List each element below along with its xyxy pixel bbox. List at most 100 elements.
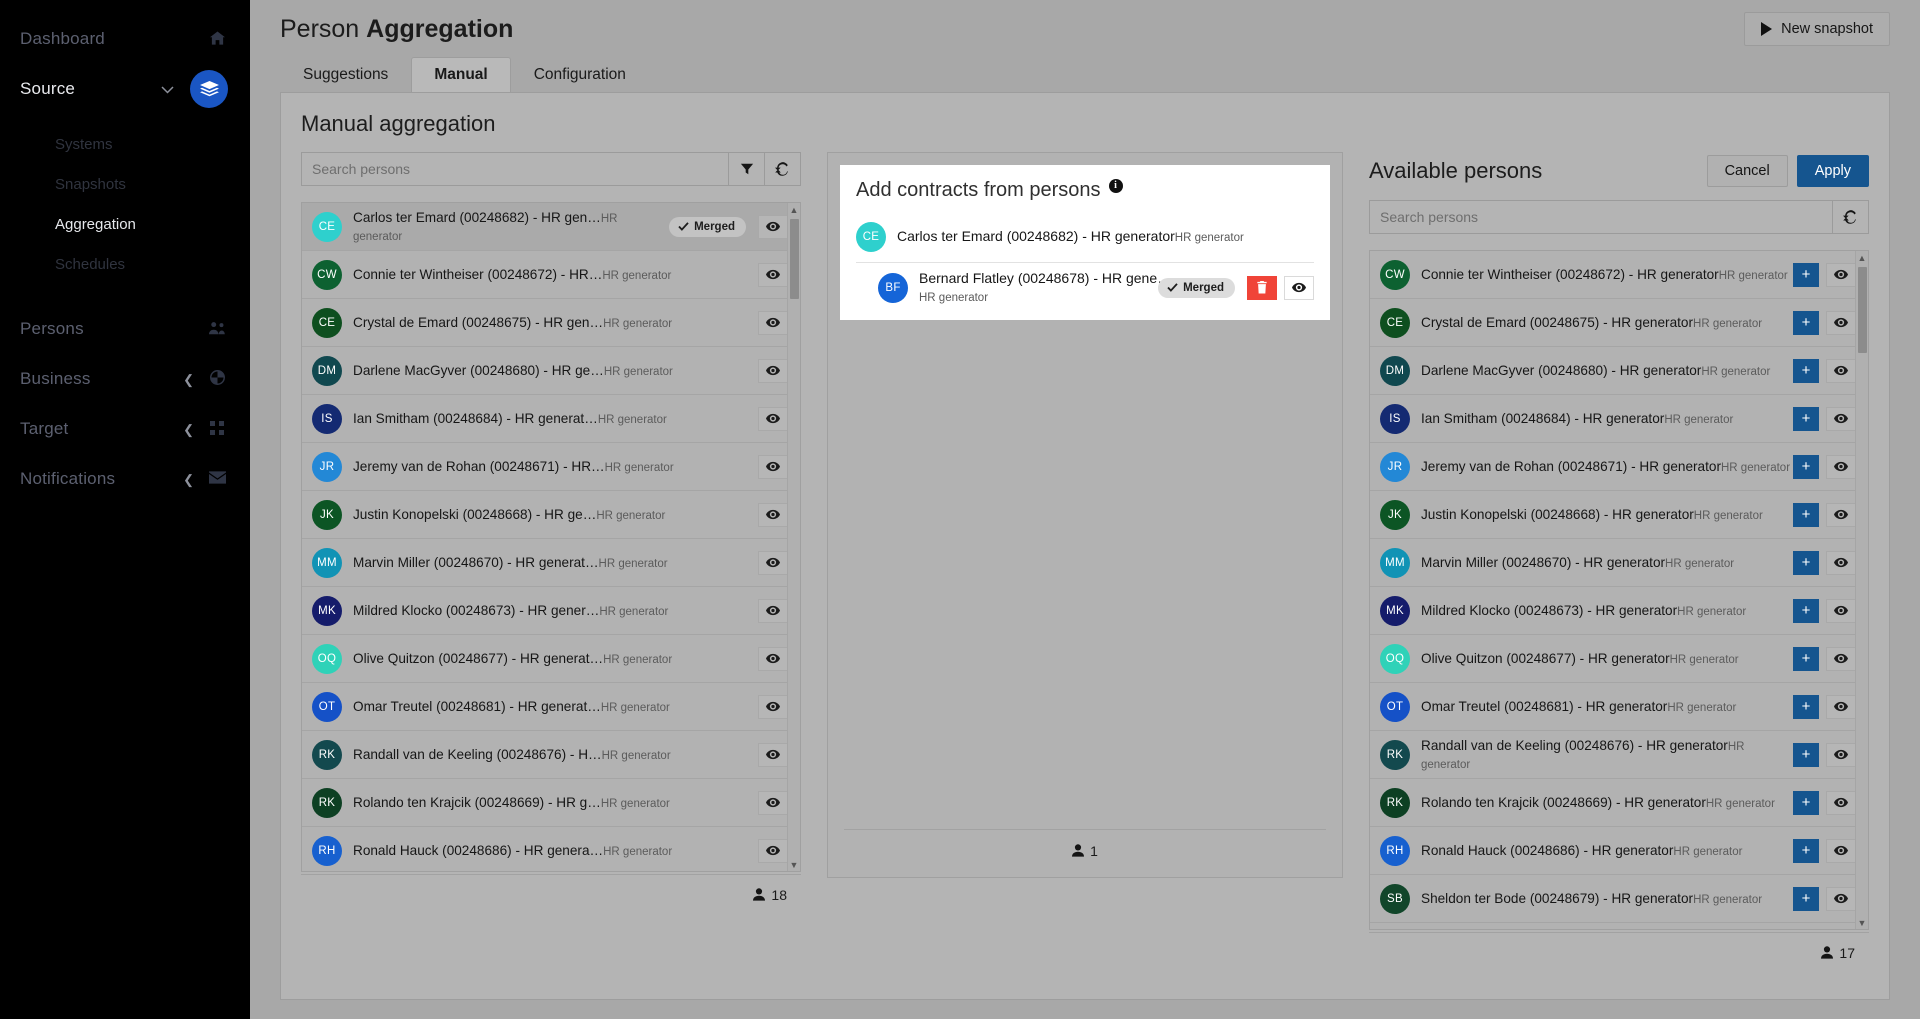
sidebar-item-target[interactable]: Target ❮ (0, 404, 250, 454)
view-button[interactable] (758, 502, 788, 527)
sidebar-item-dashboard[interactable]: Dashboard (0, 14, 250, 64)
person-row[interactable]: OT Omar Treutel (00248681) - HR generat…H… (302, 683, 800, 731)
chevron-left-icon[interactable]: ❮ (183, 423, 194, 436)
cancel-button[interactable]: Cancel (1706, 155, 1788, 187)
available-person-row[interactable]: RH Ronald Hauck (00248686) - HR generator… (1370, 827, 1868, 875)
delete-button[interactable] (1247, 275, 1277, 300)
right-scroll-thumb[interactable] (1858, 267, 1867, 353)
info-icon[interactable]: i (1108, 178, 1123, 193)
available-person-row[interactable]: CE Crystal de Emard (00248675) - HR gener… (1370, 299, 1868, 347)
add-person-button[interactable]: + (1793, 358, 1819, 383)
persons-list[interactable]: CE Carlos ter Emard (00248682) - HR gen…H… (302, 203, 800, 871)
sidebar-item-persons[interactable]: Persons (0, 304, 250, 354)
person-row[interactable]: CE Crystal de Emard (00248675) - HR gen…H… (302, 299, 800, 347)
sidebar-item-business[interactable]: Business ❮ (0, 354, 250, 404)
sidebar-subitem-aggregation[interactable]: Aggregation (0, 204, 250, 244)
view-button[interactable] (1826, 694, 1856, 719)
person-row[interactable]: JR Jeremy van de Rohan (00248671) - HR…HR… (302, 443, 800, 491)
available-search-input[interactable] (1369, 200, 1833, 234)
scroll-up-icon[interactable]: ▲ (1856, 251, 1868, 264)
person-row[interactable]: JK Justin Konopelski (00248668) - HR ge…H… (302, 491, 800, 539)
view-button[interactable] (1826, 406, 1856, 431)
view-button[interactable] (1826, 646, 1856, 671)
left-scrollbar[interactable]: ▲ ▼ (787, 203, 800, 871)
chevron-left-icon[interactable]: ❮ (183, 373, 194, 386)
filter-button[interactable] (729, 152, 765, 186)
apply-button[interactable]: Apply (1796, 155, 1869, 187)
add-person-button[interactable]: + (1793, 502, 1819, 527)
person-row[interactable]: DM Darlene MacGyver (00248680) - HR ge…HR… (302, 347, 800, 395)
view-button[interactable] (758, 838, 788, 863)
add-person-button[interactable]: + (1793, 790, 1819, 815)
view-button[interactable] (758, 742, 788, 767)
view-button[interactable] (758, 310, 788, 335)
sidebar-item-source[interactable]: Source (0, 64, 250, 114)
left-scroll-thumb[interactable] (790, 219, 799, 299)
available-person-row[interactable]: OQ Olive Quitzon (00248677) - HR generato… (1370, 635, 1868, 683)
chevron-left-icon[interactable]: ❮ (183, 473, 194, 486)
available-refresh-button[interactable] (1833, 200, 1869, 234)
view-button[interactable] (1826, 358, 1856, 383)
add-person-button[interactable]: + (1793, 310, 1819, 335)
view-button[interactable] (758, 406, 788, 431)
scroll-up-icon[interactable]: ▲ (788, 203, 800, 216)
view-button[interactable] (758, 598, 788, 623)
view-button[interactable] (758, 358, 788, 383)
view-button[interactable] (1284, 275, 1314, 300)
view-button[interactable] (758, 790, 788, 815)
tab-manual[interactable]: Manual (411, 57, 511, 93)
view-button[interactable] (1826, 886, 1856, 911)
scroll-down-icon[interactable]: ▼ (1856, 916, 1868, 929)
view-button[interactable] (1826, 598, 1856, 623)
contract-child-row[interactable]: BF Bernard Flatley (00248678) - HR gene… H… (856, 262, 1314, 312)
person-row[interactable]: IS Ian Smitham (00248684) - HR generat…HR… (302, 395, 800, 443)
view-button[interactable] (758, 550, 788, 575)
add-person-button[interactable]: + (1793, 646, 1819, 671)
add-person-button[interactable]: + (1793, 694, 1819, 719)
add-person-button[interactable]: + (1793, 742, 1819, 767)
available-person-row[interactable]: CW Connie ter Wintheiser (00248672) - HR … (1370, 251, 1868, 299)
available-person-row[interactable]: STStacey de Tromp (00248685) - HR genera… (1370, 923, 1868, 929)
view-button[interactable] (758, 454, 788, 479)
person-row[interactable]: MM Marvin Miller (00248670) - HR generat…… (302, 539, 800, 587)
available-person-row[interactable]: MK Mildred Klocko (00248673) - HR generat… (1370, 587, 1868, 635)
sidebar-subitem-systems[interactable]: Systems (0, 124, 250, 164)
sidebar-item-notifications[interactable]: Notifications ❮ (0, 454, 250, 504)
source-badge-icon[interactable] (190, 70, 228, 108)
refresh-button[interactable] (765, 152, 801, 186)
view-button[interactable] (758, 262, 788, 287)
person-row[interactable]: CW Connie ter Wintheiser (00248672) - HR…… (302, 251, 800, 299)
view-button[interactable] (1826, 310, 1856, 335)
view-button[interactable] (1826, 838, 1856, 863)
search-input[interactable] (301, 152, 729, 186)
view-button[interactable] (1826, 790, 1856, 815)
view-button[interactable] (1826, 742, 1856, 767)
view-button[interactable] (1826, 454, 1856, 479)
add-person-button[interactable]: + (1793, 838, 1819, 863)
person-row[interactable]: OQ Olive Quitzon (00248677) - HR generat…… (302, 635, 800, 683)
chevron-down-icon[interactable] (161, 83, 174, 96)
available-person-row[interactable]: RK Rolando ten Krajcik (00248669) - HR ge… (1370, 779, 1868, 827)
add-person-button[interactable]: + (1793, 454, 1819, 479)
person-row[interactable]: MK Mildred Klocko (00248673) - HR gener…H… (302, 587, 800, 635)
sidebar-subitem-snapshots[interactable]: Snapshots (0, 164, 250, 204)
scroll-down-icon[interactable]: ▼ (788, 858, 800, 871)
sidebar-subitem-schedules[interactable]: Schedules (0, 244, 250, 284)
person-row[interactable]: CE Carlos ter Emard (00248682) - HR gen…H… (302, 203, 800, 251)
add-person-button[interactable]: + (1793, 406, 1819, 431)
tab-suggestions[interactable]: Suggestions (280, 57, 411, 93)
available-persons-list[interactable]: CW Connie ter Wintheiser (00248672) - HR … (1370, 251, 1868, 929)
add-person-button[interactable]: + (1793, 550, 1819, 575)
add-person-button[interactable]: + (1793, 598, 1819, 623)
right-scrollbar[interactable]: ▲ ▼ (1855, 251, 1868, 929)
person-row[interactable]: RK Rolando ten Krajcik (00248669) - HR g…… (302, 779, 800, 827)
view-button[interactable] (1826, 502, 1856, 527)
available-person-row[interactable]: SB Sheldon ter Bode (00248679) - HR gener… (1370, 875, 1868, 923)
available-person-row[interactable]: JK Justin Konopelski (00248668) - HR gene… (1370, 491, 1868, 539)
available-person-row[interactable]: OT Omar Treutel (00248681) - HR generator… (1370, 683, 1868, 731)
tab-configuration[interactable]: Configuration (511, 57, 649, 93)
view-button[interactable] (1826, 262, 1856, 287)
available-person-row[interactable]: RK Randall van de Keeling (00248676) - HR… (1370, 731, 1868, 779)
contract-parent-row[interactable]: CE Carlos ter Emard (00248682) - HR gener… (856, 212, 1314, 262)
view-button[interactable] (1826, 550, 1856, 575)
